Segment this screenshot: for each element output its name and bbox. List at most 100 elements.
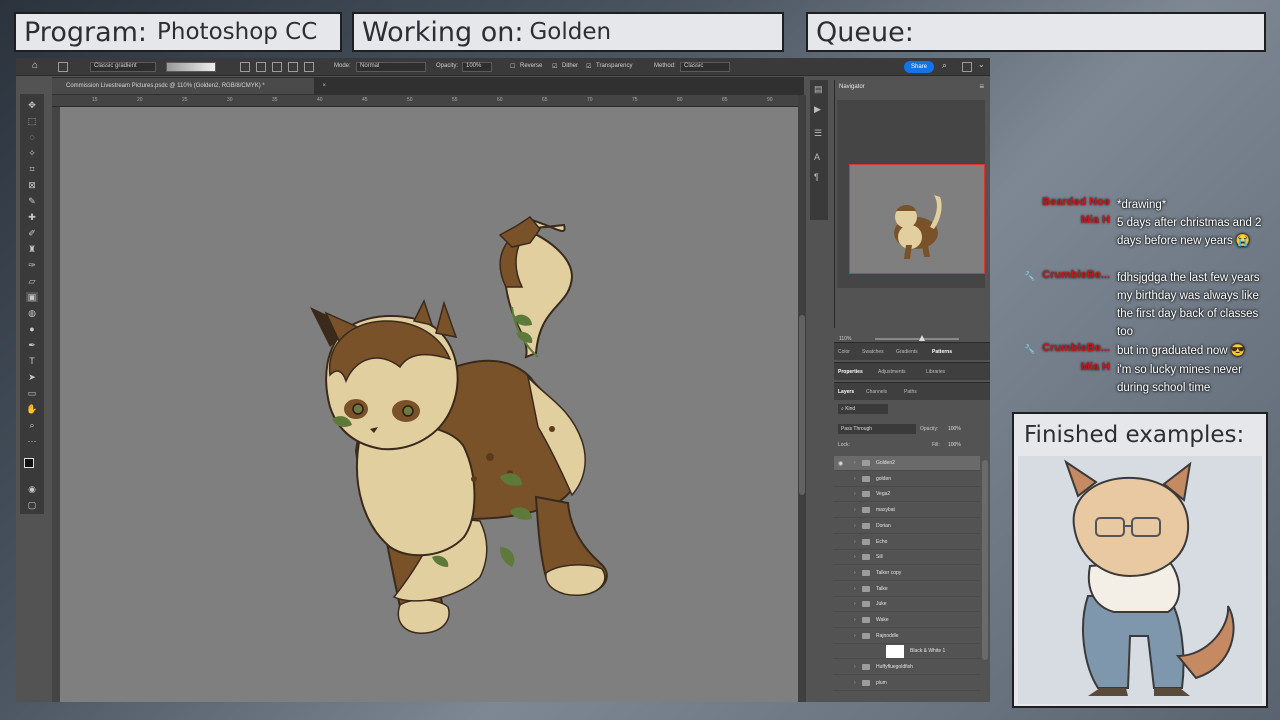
layer-row[interactable]: › Echo <box>834 535 980 550</box>
chevron-right-icon[interactable]: › <box>854 554 856 560</box>
zoom-slider[interactable] <box>875 335 959 341</box>
scrollbar-thumb[interactable] <box>799 315 805 495</box>
layer-filter-dropdown[interactable]: ⌕ Kind <box>838 404 888 414</box>
fill-value[interactable]: 100% <box>948 442 961 448</box>
chevron-right-icon[interactable]: › <box>854 664 856 670</box>
move-tool-icon[interactable]: ✥ <box>26 100 38 110</box>
chevron-right-icon[interactable]: › <box>854 460 856 466</box>
crop-tool-icon[interactable]: ⌗ <box>26 164 38 174</box>
tab-properties[interactable]: Properties <box>838 369 863 375</box>
tab-patterns[interactable]: Patterns <box>932 349 952 355</box>
foreground-color-swatch[interactable] <box>24 458 34 468</box>
zoom-slider-knob[interactable] <box>919 335 925 341</box>
tab-swatches[interactable]: Swatches <box>862 349 884 355</box>
brush-tool-icon[interactable]: ✐ <box>26 228 38 238</box>
layer-row[interactable]: › Dorian <box>834 519 980 534</box>
eraser-tool-icon[interactable]: ▱ <box>26 276 38 286</box>
layer-row[interactable]: › Huffyfluegoldfish <box>834 660 980 676</box>
layer-row[interactable]: › maxybat <box>834 503 980 519</box>
chevron-right-icon[interactable]: › <box>854 539 856 545</box>
tab-paths[interactable]: Paths <box>904 389 917 395</box>
tab-color[interactable]: Color <box>838 349 850 355</box>
layer-row[interactable]: Black & White 1 <box>834 644 980 660</box>
panel-menu-icon[interactable]: ≡ <box>979 82 984 91</box>
pen-tool-icon[interactable]: ✒ <box>26 340 38 350</box>
home-icon[interactable]: ⌂ <box>32 60 38 71</box>
blend-mode-dropdown[interactable]: Pass Through <box>838 424 916 434</box>
share-button[interactable]: Share <box>904 61 934 73</box>
workspace-icon[interactable] <box>962 62 972 72</box>
paragraph-icon[interactable]: ¶ <box>814 172 819 182</box>
layer-row[interactable]: › Juke <box>834 597 980 613</box>
angle-gradient-icon[interactable] <box>272 62 282 72</box>
eye-icon[interactable]: ◉ <box>838 460 843 467</box>
chevron-right-icon[interactable]: › <box>854 601 856 607</box>
tab-channels[interactable]: Channels <box>866 389 887 395</box>
more-tools-icon[interactable]: ⋯ <box>26 436 38 446</box>
canvas-vertical-scrollbar[interactable] <box>798 95 806 702</box>
eyedropper-icon[interactable]: ✎ <box>26 196 38 206</box>
healing-brush-icon[interactable]: ✚ <box>26 212 38 222</box>
character-icon[interactable]: A <box>814 152 820 162</box>
layer-opacity-value[interactable]: 100% <box>948 426 961 432</box>
layers-scrollbar[interactable] <box>982 460 988 660</box>
layer-row[interactable]: › plum <box>834 676 980 691</box>
navigator-preview[interactable] <box>837 100 985 288</box>
history-brush-icon[interactable]: ✑ <box>26 260 38 270</box>
dodge-tool-icon[interactable]: ● <box>26 324 38 334</box>
gradient-swatch[interactable] <box>166 62 216 72</box>
tab-adjustments[interactable]: Adjustments <box>878 369 906 375</box>
zoom-tool-icon[interactable]: ⌕ <box>26 420 38 430</box>
tab-libraries[interactable]: Libraries <box>926 369 945 375</box>
close-icon[interactable]: × <box>322 78 326 94</box>
type-tool-icon[interactable]: T <box>26 356 38 366</box>
chevron-right-icon[interactable]: › <box>854 523 856 529</box>
transparency-checkbox[interactable]: ☑ <box>586 63 591 70</box>
chevron-right-icon[interactable]: › <box>854 680 856 686</box>
chevron-right-icon[interactable]: › <box>854 491 856 497</box>
blur-tool-icon[interactable]: ◍ <box>26 308 38 318</box>
layer-row[interactable]: › golden <box>834 472 980 487</box>
chevron-right-icon[interactable]: › <box>854 570 856 576</box>
chevron-down-icon[interactable]: ⌄ <box>978 60 985 69</box>
tab-layers[interactable]: Layers <box>838 389 854 395</box>
hand-tool-icon[interactable]: ✋ <box>26 404 38 414</box>
history-icon[interactable]: ▤ <box>814 84 823 95</box>
screen-mode-icon[interactable]: ▢ <box>26 500 38 510</box>
chevron-right-icon[interactable]: › <box>854 586 856 592</box>
gradient-tool-icon[interactable]: ▣ <box>26 292 38 302</box>
chevron-right-icon[interactable]: › <box>854 617 856 623</box>
navigator-view-box[interactable] <box>849 164 985 274</box>
frame-tool-icon[interactable]: ⊠ <box>26 180 38 190</box>
stamp-tool-icon[interactable]: ♜ <box>26 244 38 254</box>
layer-row[interactable]: › Talker copy <box>834 566 980 581</box>
dither-checkbox[interactable]: ☑ <box>552 63 557 70</box>
tool-preset-icon[interactable] <box>58 62 68 72</box>
rectangle-tool-icon[interactable]: ▭ <box>26 388 38 398</box>
reflected-gradient-icon[interactable] <box>288 62 298 72</box>
chevron-right-icon[interactable]: › <box>854 476 856 482</box>
layer-row[interactable]: › Talke <box>834 582 980 597</box>
document-canvas[interactable] <box>60 107 798 702</box>
path-select-icon[interactable]: ➤ <box>26 372 38 382</box>
layer-row[interactable]: › Vega2 <box>834 487 980 503</box>
chevron-right-icon[interactable]: › <box>854 507 856 513</box>
quick-mask-icon[interactable]: ◉ <box>26 484 38 494</box>
linear-gradient-icon[interactable] <box>240 62 250 72</box>
reverse-checkbox[interactable]: ☐ <box>510 63 515 70</box>
marquee-tool-icon[interactable]: ⬚ <box>26 116 38 126</box>
diamond-gradient-icon[interactable] <box>304 62 314 72</box>
brush-settings-icon[interactable]: ☰ <box>814 128 822 139</box>
layer-row[interactable]: › Rajnoddle <box>834 629 980 644</box>
radial-gradient-icon[interactable] <box>256 62 266 72</box>
layer-row[interactable]: › Sill <box>834 550 980 566</box>
layer-row[interactable]: › Wake <box>834 613 980 628</box>
lasso-tool-icon[interactable]: ◌ <box>26 132 38 142</box>
search-icon[interactable]: ⌕ <box>942 60 947 71</box>
layer-row[interactable]: ◉ › Golden2 <box>834 456 980 471</box>
chevron-right-icon[interactable]: › <box>854 633 856 639</box>
actions-icon[interactable]: ▶ <box>814 104 821 115</box>
magic-wand-icon[interactable]: ✧ <box>26 148 38 158</box>
tab-gradients[interactable]: Gradients <box>896 349 918 355</box>
document-tab[interactable]: Commission Livestream Pictures.psdc @ 11… <box>52 78 326 94</box>
